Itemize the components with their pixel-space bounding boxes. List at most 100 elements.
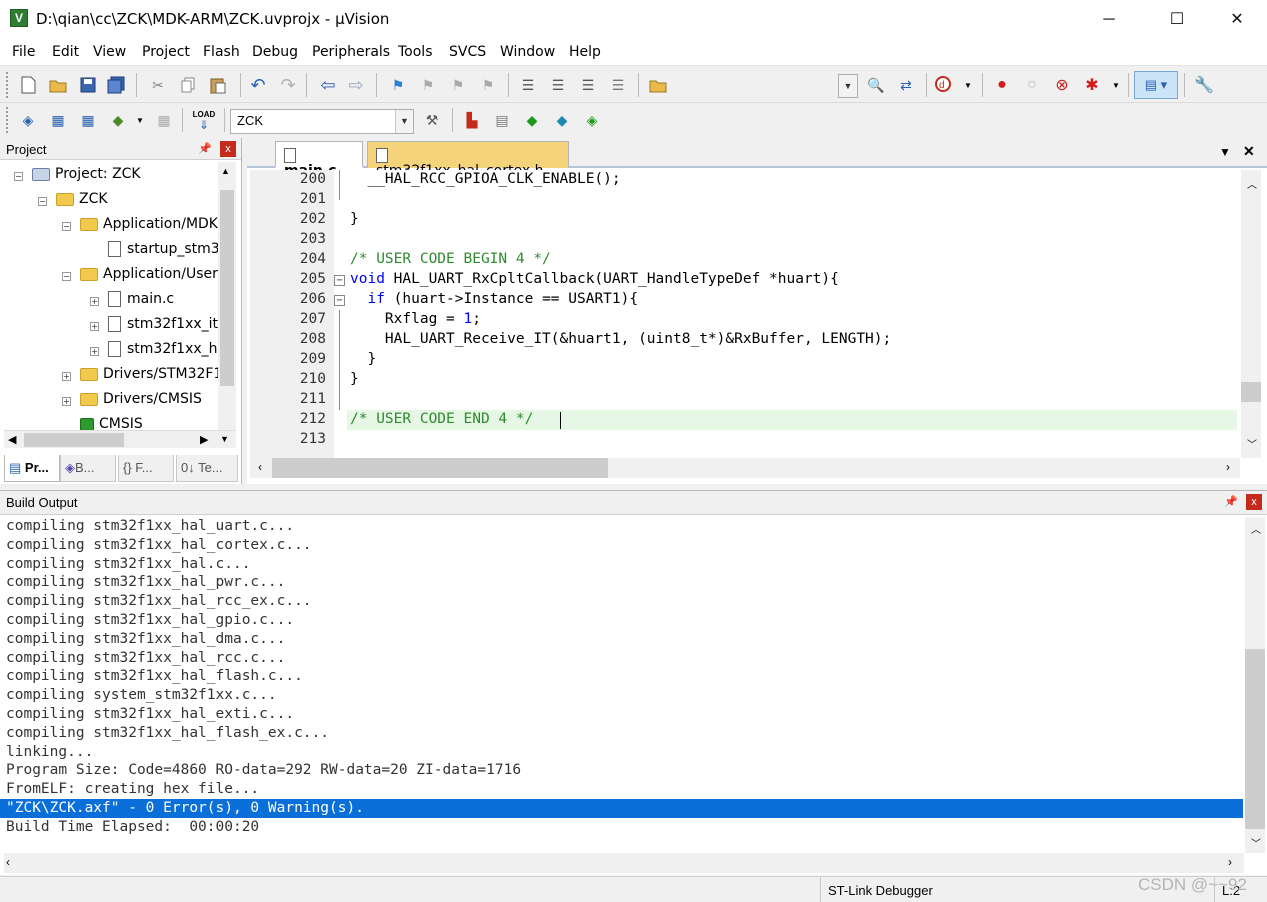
window-layout-button[interactable]: ▤ ▾ [1134,71,1178,99]
comment-icon[interactable]: ☰ [576,73,600,97]
tab-list-dropdown-icon[interactable]: ▼ [1219,145,1231,159]
tab-project[interactable]: ▤ Pr... [4,455,60,482]
close-window-button[interactable]: ✕ [1214,0,1260,40]
scroll-down-icon[interactable]: ﹀ [1251,835,1261,850]
menu-file[interactable]: File [12,44,35,60]
stop-build-icon[interactable]: ▦ [152,108,176,132]
toolbar-grip[interactable] [6,107,10,133]
scroll-up-icon[interactable]: ︿ [1247,176,1257,191]
unindent-icon[interactable]: ☰ [546,73,570,97]
collapse-icon[interactable]: − [14,172,23,181]
find-combo[interactable]: ▼ [838,74,858,98]
code-view[interactable]: 200 201 202 203 204 205 206 207 208 209 210 211 212 2… [250,170,1240,458]
tree-item[interactable]: − Application/MDK [62,216,218,238]
scroll-down-icon[interactable]: ﹀ [1247,436,1257,451]
close-tab-icon[interactable]: ✕ [1243,143,1255,160]
menu-flash[interactable]: Flash [203,44,240,60]
chevron-down-icon[interactable]: ▼ [128,108,152,132]
scroll-thumb[interactable] [24,433,124,447]
menu-tools[interactable]: Tools [398,44,433,60]
debug-session-icon[interactable]: d [932,73,956,97]
menu-window[interactable]: Window [500,44,555,60]
options-for-target-icon[interactable]: ⚒ [420,108,444,132]
select-software-packs-icon[interactable]: ◆ [550,108,574,132]
chevron-down-icon[interactable]: ▼ [1104,73,1128,97]
bookmark-toggle-icon[interactable]: ⚑ [386,73,410,97]
indent-icon[interactable]: ☰ [516,73,540,97]
find-in-files-icon[interactable] [646,73,670,97]
scroll-thumb[interactable] [1241,382,1261,402]
menu-debug[interactable]: Debug [252,44,298,60]
tree-item[interactable]: + stm32f1xx_it. [90,316,222,338]
tree-item[interactable]: + stm32f1xx_ha [90,341,226,363]
tree-item[interactable]: − ZCK [38,191,108,213]
scroll-thumb[interactable] [1245,649,1265,829]
load-download-button[interactable]: LOAD ⇓ [190,106,218,134]
bookmark-next-icon[interactable]: ⚑ [446,73,470,97]
editor-horizontal-scrollbar[interactable]: ‹ › [250,458,1240,478]
close-icon[interactable]: x [220,141,236,157]
uncomment-icon[interactable]: ☰ [606,73,630,97]
new-file-icon[interactable] [16,73,40,97]
close-icon[interactable]: x [1246,494,1262,510]
menu-view[interactable]: View [93,44,126,60]
editor-vertical-scrollbar[interactable]: ︿ ﹀ [1241,170,1261,458]
scroll-left-icon[interactable]: ◀ [8,433,16,446]
project-tree-hscrollbar[interactable]: ◀ ▶ ▼ [4,430,236,448]
menu-svcs[interactable]: SVCS [449,44,486,60]
tab-books[interactable]: ◈B... [60,455,116,482]
expand-icon[interactable]: + [90,297,99,306]
fold-toggle-icon[interactable]: − [334,275,345,286]
save-icon[interactable] [76,73,100,97]
scroll-thumb[interactable] [272,458,608,478]
scroll-thumb[interactable] [220,190,234,386]
bookmark-clear-icon[interactable]: ⚑ [476,73,500,97]
redo-icon[interactable]: ↷ [276,73,300,97]
expand-icon[interactable]: + [90,347,99,356]
translate-icon[interactable]: ◈ [16,108,40,132]
pin-icon[interactable]: 📌 [198,142,212,155]
tab-functions[interactable]: {} F... [118,455,174,482]
build-output-text[interactable]: compiling stm32f1xx_hal_uart.c... compili… [6,517,521,837]
toolbar-grip[interactable] [6,72,10,98]
scroll-left-icon[interactable]: ‹ [6,855,10,869]
breakpoint-insert-icon[interactable]: ● [990,73,1014,97]
breakpoint-disable-icon[interactable]: ○ [1020,73,1044,97]
copy-icon[interactable] [176,73,200,97]
maximize-button[interactable]: ☐ [1154,0,1200,40]
paste-icon[interactable] [206,73,230,97]
breakpoint-kill-all-icon[interactable]: ⊗ [1050,73,1074,97]
tree-item[interactable]: − Project: ZCK [14,166,141,188]
manage-components-icon[interactable]: ▙ [460,108,484,132]
tree-item[interactable]: + Drivers/CMSIS [62,391,202,413]
minimize-button[interactable]: ─ [1086,0,1132,40]
menu-help[interactable]: Help [569,44,601,60]
tree-item[interactable]: startup_stm3 [108,241,220,263]
menu-peripherals[interactable]: Peripherals [312,44,390,60]
scroll-down-icon[interactable]: ▼ [220,434,229,444]
breakpoint-disable-all-icon[interactable]: ✱ [1080,73,1104,97]
scroll-up-icon[interactable]: ︿ [1251,521,1261,536]
tab-stm32f1xx-hal-cortex-h[interactable]: stm32f1xx_hal_cortex.h [367,141,569,179]
rebuild-icon[interactable]: ▦ [76,108,100,132]
collapse-icon[interactable]: − [62,222,71,231]
incremental-find-icon[interactable]: 🔍 [864,73,888,97]
menu-project[interactable]: Project [142,44,190,60]
batch-build-icon[interactable]: ◆ [106,108,130,132]
open-folder-icon[interactable] [46,73,70,97]
scroll-left-icon[interactable]: ‹ [258,460,262,474]
undo-icon[interactable]: ↶ [246,73,270,97]
target-select[interactable]: ZCK ▼ [230,109,414,134]
chevron-down-icon[interactable]: ▼ [956,73,980,97]
expand-icon[interactable]: + [62,372,71,381]
find-replace-icon[interactable]: ⇄ [894,73,918,97]
menu-edit[interactable]: Edit [52,44,79,60]
collapse-icon[interactable]: − [62,272,71,281]
fold-toggle-icon[interactable]: − [334,295,345,306]
build-output-hscrollbar[interactable]: ‹ › [4,853,1244,873]
project-tree-scrollbar[interactable]: ▲ [218,162,236,430]
file-extensions-icon[interactable]: ▤ [490,108,514,132]
tree-item[interactable]: + main.c [90,291,174,313]
build-output-scrollbar[interactable]: ︿ ﹀ [1245,517,1265,853]
tab-main-c[interactable]: main.c [275,141,363,179]
